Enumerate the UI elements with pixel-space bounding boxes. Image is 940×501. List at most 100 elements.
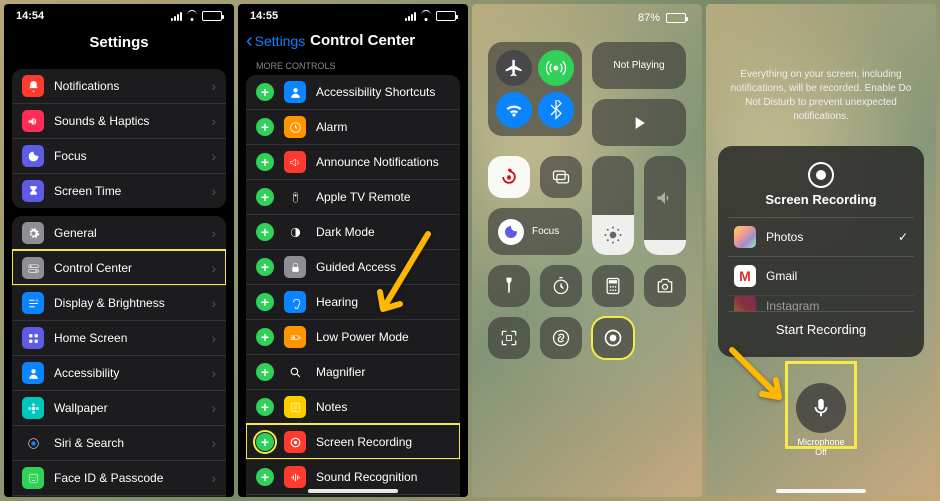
brightness-slider[interactable] [592,156,634,255]
settings-row-stopwatch[interactable]: +Stopwatch [246,494,460,497]
status-bar: 14:54 [4,4,234,28]
chevron-icon: › [211,330,216,346]
cellular-button[interactable] [538,50,574,86]
row-label: Announce Notifications [316,155,439,169]
add-button[interactable]: + [256,328,274,346]
lock-icon [284,256,306,278]
app-label: Instagram [766,299,819,312]
home-indicator[interactable] [776,489,866,493]
row-label: Notes [316,400,347,414]
settings-row-hearing[interactable]: + Hearing [246,284,460,319]
app-option-instagram[interactable]: Instagram [728,295,914,311]
add-button[interactable]: + [256,83,274,101]
volume-slider[interactable] [644,156,686,255]
settings-row-accessibility[interactable]: Accessibility› [12,355,226,390]
settings-row-guided-access[interactable]: +Guided Access [246,249,460,284]
settings-row-focus[interactable]: Focus › [12,138,226,173]
app-option-photos[interactable]: Photos✓ [728,217,914,256]
app-icon [734,295,756,311]
settings-row-home-screen[interactable]: Home Screen› [12,320,226,355]
face-icon [22,467,44,489]
settings-row-face-id-passcode[interactable]: Face ID & Passcode› [12,460,226,495]
chevron-icon: › [211,78,216,94]
qr-scan-tile[interactable] [488,317,530,359]
person-icon [284,81,306,103]
orientation-lock-tile[interactable] [488,156,530,198]
battery-pct: 87% [638,12,660,24]
settings-row-display-brightness[interactable]: ADisplay & Brightness› [12,285,226,320]
row-label: Screen Recording [316,435,412,449]
settings-row-notes[interactable]: + Notes [246,389,460,424]
clock: 14:54 [16,10,44,22]
settings-row-apple-tv-remote[interactable]: +Apple TV Remote [246,179,460,214]
settings-row-dark-mode[interactable]: + Dark Mode [246,214,460,249]
cell-signal-icon [405,12,416,21]
camera-tile[interactable] [644,265,686,307]
row-label: Sound Recognition [316,470,417,484]
settings-row-general[interactable]: General› [12,216,226,250]
start-recording-button[interactable]: Start Recording [728,311,914,347]
settings-row-control-center[interactable]: Control Center › [12,250,226,285]
now-playing-tile[interactable]: Not Playing [592,42,686,89]
add-button[interactable]: + [256,223,274,241]
app-icon [734,226,756,248]
settings-row-accessibility-shortcuts[interactable]: +Accessibility Shortcuts [246,75,460,109]
add-button[interactable]: + [256,398,274,416]
screen-record-sheet: Everything on your screen, including not… [706,4,936,497]
row-label: Hearing [316,295,358,309]
section-header: MORE CONTROLS [238,57,468,73]
siri-icon [22,432,44,454]
app-option-gmail[interactable]: MGmail [728,256,914,295]
calculator-tile[interactable] [592,265,634,307]
add-button[interactable]: + [256,363,274,381]
screen-record-tile[interactable] [592,317,634,359]
bluetooth-button[interactable] [538,92,574,128]
wifi-button[interactable] [496,92,532,128]
chevron-icon: › [211,148,216,164]
row-label: Siri & Search [54,436,124,450]
add-button[interactable]: + [256,153,274,171]
notes-icon [284,396,306,418]
add-button[interactable]: + [256,188,274,206]
app-label: Photos [766,230,803,244]
settings-row-low-power-mode[interactable]: +Low Power Mode [246,319,460,354]
settings-row-screen-recording[interactable]: + Screen Recording [246,424,460,459]
settings-row-sounds-haptics[interactable]: Sounds & Haptics› [12,103,226,138]
timer-tile[interactable] [540,265,582,307]
row-label: Control Center [54,261,132,275]
settings-row-magnifier[interactable]: +Magnifier [246,354,460,389]
screen-mirroring-tile[interactable] [540,156,582,198]
grid-icon [22,327,44,349]
airplane-button[interactable] [496,50,532,86]
add-button[interactable]: + [256,293,274,311]
settings-row-announce-notifications[interactable]: + Announce Notifications [246,144,460,179]
flower-icon [22,397,44,419]
flashlight-tile[interactable] [488,265,530,307]
chevron-icon: › [211,365,216,381]
settings-row-siri-search[interactable]: Siri & Search› [12,425,226,460]
shazam-tile[interactable] [540,317,582,359]
row-label: Focus [54,149,87,163]
row-label: Dark Mode [316,225,375,239]
recording-hint: Everything on your screen, including not… [706,54,936,138]
add-button[interactable]: + [256,118,274,136]
settings-row-wallpaper[interactable]: Wallpaper› [12,390,226,425]
add-button[interactable]: + [256,468,274,486]
settings-row-notifications[interactable]: Notifications› [12,69,226,103]
settings-row-alarm[interactable]: + Alarm [246,109,460,144]
settings-row-screen-time[interactable]: Screen Time› [12,173,226,208]
connectivity-tile[interactable] [488,42,582,136]
add-button[interactable]: + [256,258,274,276]
chevron-icon: › [211,260,216,276]
chevron-icon: › [211,113,216,129]
battery-icon [436,11,456,21]
media-controls-tile[interactable] [592,99,686,146]
magnifier-icon [284,361,306,383]
row-label: Display & Brightness [54,296,165,310]
row-label: Alarm [316,120,347,134]
settings-row-emergency-sos[interactable]: SOSEmergency SOS› [12,495,226,497]
home-indicator[interactable] [308,489,398,493]
announce-icon [284,151,306,173]
add-button[interactable]: + [256,433,274,451]
focus-tile[interactable]: Focus [488,208,582,255]
